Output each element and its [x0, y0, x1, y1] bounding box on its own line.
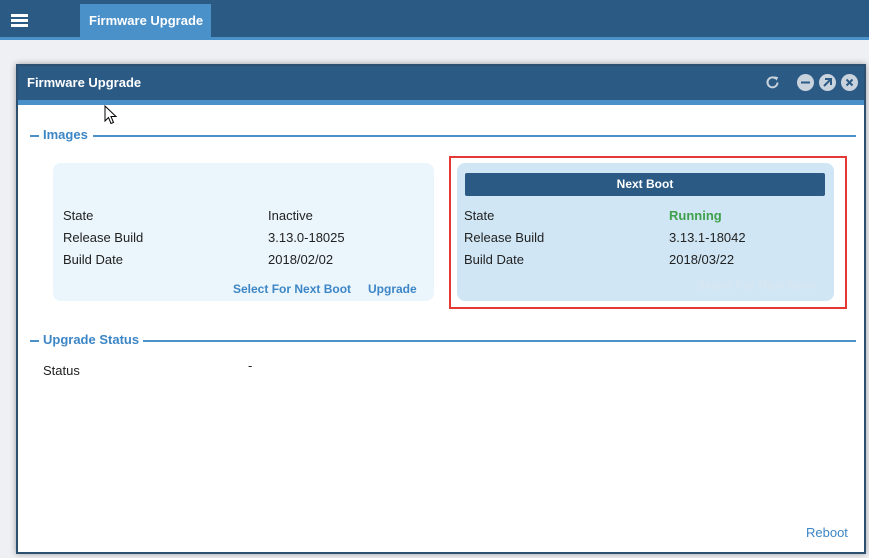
tab-firmware-upgrade[interactable]: Firmware Upgrade — [80, 4, 211, 40]
upgrade-status-section-label: Upgrade Status — [43, 332, 140, 347]
status-value: - — [248, 358, 253, 373]
window-title: Firmware Upgrade — [27, 75, 142, 90]
current-image-card: State Inactive Release Build 3.13.0-1802… — [53, 163, 434, 301]
select-for-next-boot-link[interactable]: Select For Next Boot — [233, 282, 351, 296]
restore-icon[interactable] — [819, 74, 836, 91]
upgrade-status-section-header: Upgrade Status — [30, 332, 856, 348]
build-date-value: 2018/02/02 — [268, 252, 334, 267]
reboot-link[interactable]: Reboot — [806, 525, 848, 540]
release-build-label: Release Build — [63, 230, 144, 245]
mouse-cursor-icon — [104, 104, 118, 130]
minimize-icon[interactable] — [797, 74, 814, 91]
images-section-header: Images — [30, 127, 856, 143]
refresh-icon[interactable] — [764, 74, 781, 91]
close-icon[interactable] — [841, 74, 858, 91]
window-titlebar: Firmware Upgrade — [18, 66, 864, 105]
state-value: Inactive — [268, 208, 313, 223]
images-section-label: Images — [43, 127, 88, 142]
top-bar: Firmware Upgrade — [0, 0, 869, 40]
menu-icon[interactable] — [0, 0, 38, 40]
state-label: State — [63, 208, 94, 223]
status-label: Status — [43, 363, 80, 378]
release-build-value: 3.13.0-18025 — [268, 230, 345, 245]
highlight-box — [449, 156, 847, 309]
build-date-label: Build Date — [63, 252, 123, 267]
upgrade-link[interactable]: Upgrade — [368, 282, 417, 296]
firmware-upgrade-window: Firmware Upgrade Images State Inactive R… — [16, 64, 866, 554]
